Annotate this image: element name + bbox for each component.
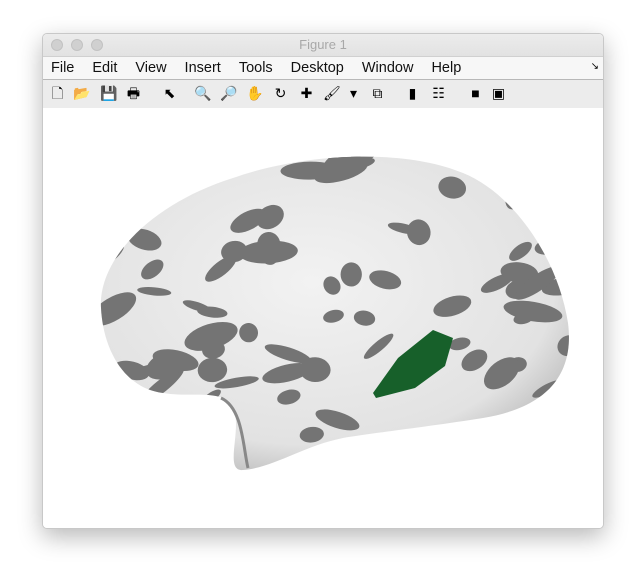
edit-plot-arrow-icon[interactable]: ⬉ <box>161 85 178 102</box>
sulcus-patch <box>160 156 211 182</box>
menu-insert[interactable]: Insert <box>176 60 230 76</box>
menu-file[interactable]: File <box>43 60 83 76</box>
menu-window[interactable]: Window <box>353 60 423 76</box>
dock-arrow-icon[interactable]: ↘ <box>591 61 599 72</box>
brush-icon[interactable]: 🖌 <box>323 85 341 102</box>
close-button[interactable] <box>51 39 63 51</box>
figure-axes[interactable] <box>43 108 603 528</box>
brain-surface-plot[interactable] <box>43 108 603 528</box>
zoom-in-icon[interactable]: 🔍 <box>194 85 211 102</box>
toolbar: 🗋 📂 💾 🖶 ⬉ 🔍 🔎 ✋ ↻ ✚ 🖌 ▾ ⧉ ▮ ☷ ■ ▣ <box>43 80 603 109</box>
window-title: Figure 1 <box>299 37 347 52</box>
menu-view[interactable]: View <box>126 60 175 76</box>
sulcus-patch <box>158 138 202 159</box>
minimize-button[interactable] <box>71 39 83 51</box>
sulcus-patch <box>131 159 153 178</box>
hide-plot-tools-icon[interactable]: ■ <box>467 85 484 102</box>
sulcus-patch <box>340 262 362 287</box>
brush-dropdown-icon[interactable]: ▾ <box>345 85 362 102</box>
open-file-icon[interactable]: 📂 <box>73 85 90 102</box>
pan-hand-icon[interactable]: ✋ <box>246 85 263 102</box>
zoom-button[interactable] <box>91 39 103 51</box>
menu-bar: File Edit View Insert Tools Desktop Wind… <box>43 57 603 80</box>
sulcus-patch <box>127 178 161 203</box>
zoom-out-icon[interactable]: 🔎 <box>220 85 237 102</box>
sulcus-patch <box>531 415 569 437</box>
rotate-3d-icon[interactable]: ↻ <box>272 85 289 102</box>
new-figure-icon[interactable]: 🗋 <box>49 85 66 102</box>
menu-help[interactable]: Help <box>422 60 470 76</box>
legend-icon[interactable]: ☷ <box>430 85 447 102</box>
menu-edit[interactable]: Edit <box>83 60 126 76</box>
menu-tools[interactable]: Tools <box>230 60 282 76</box>
menu-desktop[interactable]: Desktop <box>282 60 353 76</box>
sulcus-patch <box>128 156 163 173</box>
title-bar: Figure 1 <box>43 34 603 57</box>
print-icon[interactable]: 🖶 <box>125 85 142 102</box>
data-cursor-icon[interactable]: ✚ <box>298 85 315 102</box>
colorbar-icon[interactable]: ▮ <box>404 85 421 102</box>
show-plot-tools-icon[interactable]: ▣ <box>490 85 507 102</box>
figure-window: Figure 1 File Edit View Insert Tools Des… <box>42 33 604 529</box>
save-icon[interactable]: 💾 <box>100 85 117 102</box>
link-plot-icon[interactable]: ⧉ <box>369 85 386 102</box>
